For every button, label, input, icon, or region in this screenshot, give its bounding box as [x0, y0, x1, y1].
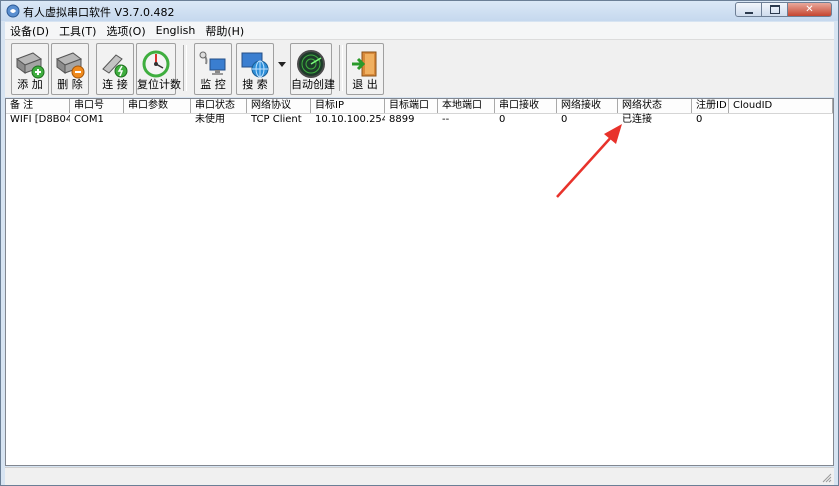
col-params[interactable]: 串口参数	[124, 99, 191, 113]
exit-door-icon	[352, 51, 377, 77]
title-bar[interactable]: 有人虚拟串口软件 V3.7.0.482 ✕	[1, 1, 838, 21]
menu-device[interactable]: 设备(D)	[5, 23, 54, 39]
connect-icon	[102, 54, 128, 78]
menu-help[interactable]: 帮助(H)	[200, 23, 249, 39]
table-row[interactable]: WIFI [D8B04... COM1 未使用 TCP Client 10.10…	[6, 113, 833, 127]
menu-english[interactable]: English	[151, 24, 201, 37]
add-button[interactable]: 添 加	[11, 43, 49, 95]
close-icon: ✕	[805, 3, 814, 15]
col-note[interactable]: 备 注	[6, 99, 70, 113]
minimize-button[interactable]	[735, 2, 762, 17]
delete-device-icon	[55, 52, 85, 79]
search-dropdown-icon[interactable]	[278, 62, 286, 67]
cell-com-status: 未使用	[195, 114, 225, 125]
cell-protocol: TCP Client	[251, 114, 302, 125]
window-title: 有人虚拟串口软件 V3.7.0.482	[23, 6, 175, 19]
reset-count-button[interactable]: 复位计数	[136, 43, 181, 95]
cell-target-port: 8899	[389, 114, 415, 125]
add-label: 添 加	[17, 78, 43, 91]
exit-label: 退 出	[352, 78, 378, 91]
maximize-button[interactable]	[762, 2, 788, 17]
monitor-label: 监 控	[200, 78, 226, 91]
auto-create-button[interactable]: 自动创建	[290, 43, 335, 95]
reset-count-label: 复位计数	[137, 78, 181, 91]
list-header: 备 注 串口号 串口参数 串口状态 网络协议 目标IP 目标端口 本地端口 串口…	[6, 99, 833, 114]
col-com[interactable]: 串口号	[70, 99, 124, 113]
cell-cloud-id	[729, 113, 833, 127]
status-bar	[5, 467, 834, 485]
col-cloud-id[interactable]: CloudID	[729, 99, 833, 113]
cell-com: COM1	[74, 114, 104, 125]
col-local-port[interactable]: 本地端口	[438, 99, 495, 113]
radar-icon	[297, 50, 325, 78]
menu-tools[interactable]: 工具(T)	[54, 23, 101, 39]
search-button[interactable]: 搜 索	[236, 43, 274, 95]
maximize-icon	[769, 5, 780, 14]
monitor-satellite-icon	[199, 51, 226, 75]
connect-label: 连 接	[102, 78, 128, 91]
col-target-ip[interactable]: 目标IP	[311, 99, 385, 113]
app-logo-icon	[6, 4, 20, 18]
reset-gauge-icon	[142, 50, 170, 78]
minimize-icon	[744, 11, 753, 14]
exit-button[interactable]: 退 出	[346, 43, 384, 95]
search-label: 搜 索	[242, 78, 268, 91]
menu-options[interactable]: 选项(O)	[101, 23, 150, 39]
col-target-port[interactable]: 目标端口	[385, 99, 438, 113]
app-window: 有人虚拟串口软件 V3.7.0.482 ✕ 设备(D) 工具(T) 选项(O) …	[0, 0, 839, 486]
toolbar-separator	[183, 45, 187, 91]
toolbar-separator	[339, 45, 343, 91]
col-reg-id[interactable]: 注册ID	[692, 99, 729, 113]
col-net-status[interactable]: 网络状态	[618, 99, 692, 113]
window-controls: ✕	[735, 2, 832, 18]
delete-button[interactable]: 删 除	[51, 43, 89, 95]
menu-bar: 设备(D) 工具(T) 选项(O) English 帮助(H)	[5, 22, 834, 39]
resize-grip-icon[interactable]	[822, 473, 832, 483]
monitor-button[interactable]: 监 控	[194, 43, 232, 95]
cell-net-status: 已连接	[622, 114, 652, 125]
toolbar: 添 加 删 除 连 接 复位计数 监 控 搜 索 自动创建 退 出	[5, 39, 834, 97]
col-com-status[interactable]: 串口状态	[191, 99, 247, 113]
port-list[interactable]: 备 注 串口号 串口参数 串口状态 网络协议 目标IP 目标端口 本地端口 串口…	[5, 98, 834, 466]
cell-net-rx: 0	[561, 114, 568, 125]
auto-create-label: 自动创建	[291, 78, 335, 91]
delete-label: 删 除	[57, 78, 83, 91]
add-device-icon	[15, 52, 45, 79]
cell-reg-id: 0	[696, 114, 703, 125]
connect-button[interactable]: 连 接	[96, 43, 134, 95]
search-globe-icon	[241, 52, 269, 78]
cell-target-ip: 10.10.100.254	[315, 114, 385, 125]
col-net-rx[interactable]: 网络接收	[557, 99, 618, 113]
col-protocol[interactable]: 网络协议	[247, 99, 311, 113]
cell-params	[124, 113, 191, 127]
close-button[interactable]: ✕	[788, 2, 832, 17]
cell-com-rx: 0	[499, 114, 506, 125]
cell-local-port: --	[442, 114, 450, 125]
cell-note: WIFI [D8B04...	[10, 114, 70, 125]
col-com-rx[interactable]: 串口接收	[495, 99, 557, 113]
